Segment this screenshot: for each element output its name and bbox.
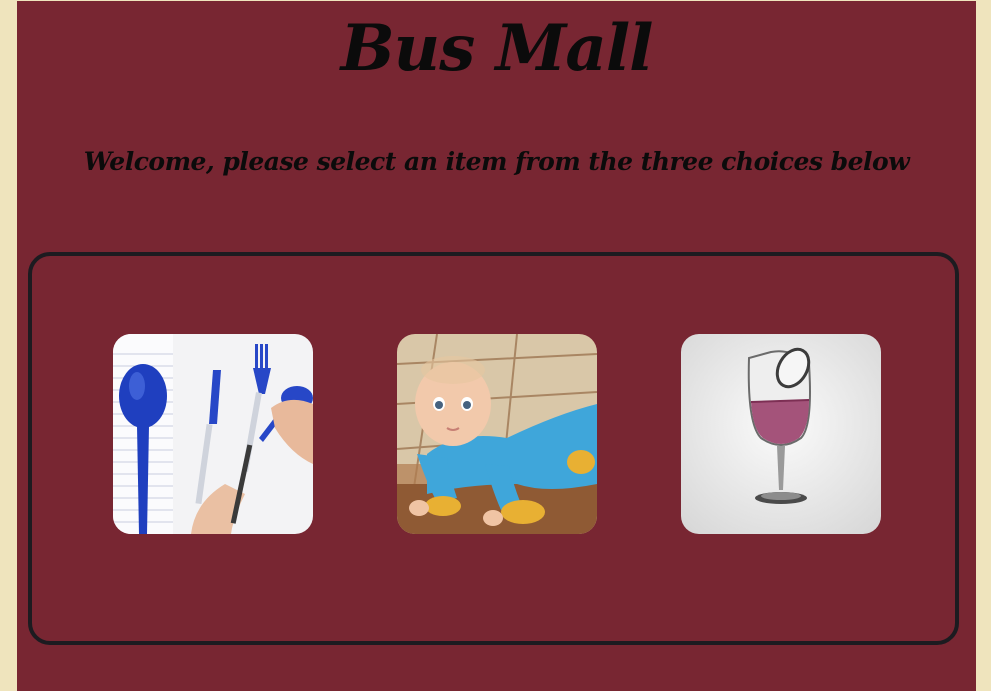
baby-sweep-image	[397, 334, 597, 534]
choices-container	[28, 252, 959, 645]
choice-image-wine-glass[interactable]	[681, 334, 881, 534]
choice-image-pen-utensils[interactable]	[113, 334, 313, 534]
page-title: Bus Mall	[340, 11, 654, 86]
pen-utensils-image	[113, 334, 313, 534]
page-subtitle: Welcome, please select an item from the …	[83, 147, 910, 176]
wine-glass-image	[681, 334, 881, 534]
page: Bus Mall Welcome, please select an item …	[17, 1, 976, 691]
choice-image-baby-sweep[interactable]	[397, 334, 597, 534]
